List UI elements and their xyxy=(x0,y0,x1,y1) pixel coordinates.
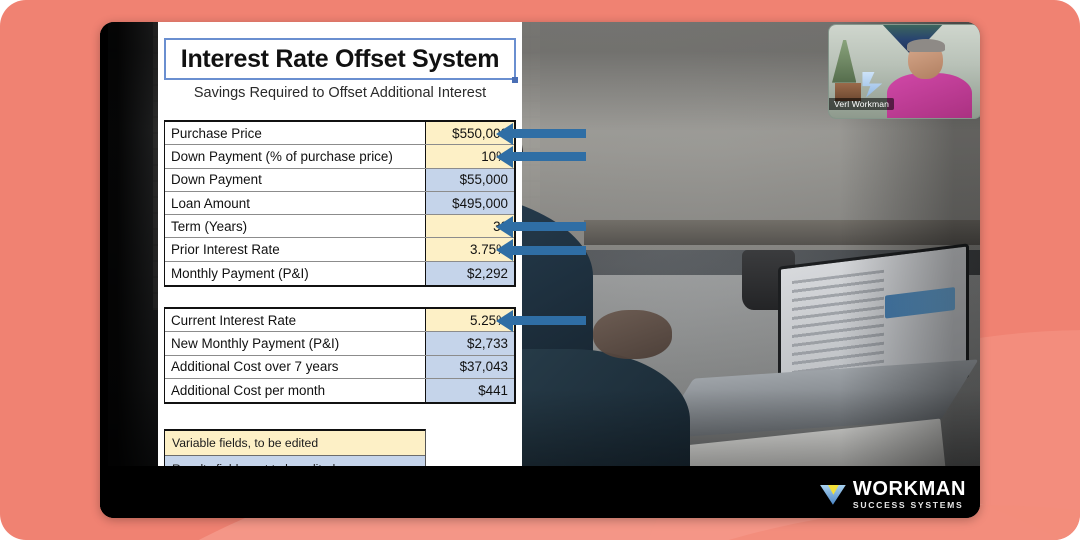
row-label: Additional Cost per month xyxy=(165,378,426,403)
brand-name: WORKMAN xyxy=(852,478,966,501)
arrow-head xyxy=(496,145,513,168)
participant-name-label: Verl Workman xyxy=(829,98,895,110)
table-row[interactable]: Additional Cost per month $441 xyxy=(165,378,514,403)
row-label: Additional Cost over 7 years xyxy=(165,355,426,378)
sheet-title-cell[interactable]: Interest Rate Offset System xyxy=(164,38,516,80)
participant-video-thumbnail[interactable]: Verl Workman xyxy=(828,24,980,119)
row-label: Down Payment xyxy=(165,168,426,191)
table-row[interactable]: Current Interest Rate 5.25% xyxy=(165,309,514,333)
arrow-shaft xyxy=(513,316,586,326)
row-label: Loan Amount xyxy=(165,191,426,215)
annotation-arrow xyxy=(496,215,586,238)
arrow-shaft xyxy=(513,129,586,139)
brand-logo: WORKMAN SUCCESS SYSTEMS xyxy=(819,478,966,511)
annotation-arrow xyxy=(496,145,586,168)
thumbnail-person-body xyxy=(886,73,972,118)
result-value-cell: $37,043 xyxy=(426,355,514,378)
row-label: Monthly Payment (P&I) xyxy=(165,261,426,286)
annotation-arrow xyxy=(496,122,586,145)
annotation-arrow xyxy=(496,309,586,332)
table-row[interactable]: Purchase Price $550,000 xyxy=(165,122,514,146)
table-row[interactable]: Additional Cost over 7 years $37,043 xyxy=(165,355,514,379)
legend-row: Variable fields, to be edited xyxy=(165,431,425,456)
scene-left-bar xyxy=(100,22,108,518)
brand-tagline: SUCCESS SYSTEMS xyxy=(852,500,964,511)
table-row[interactable]: New Monthly Payment (P&I) $2,733 xyxy=(165,332,514,356)
row-label: Prior Interest Rate xyxy=(165,238,426,261)
arrow-head xyxy=(496,122,513,145)
table-row[interactable]: Down Payment (% of purchase price) 10% xyxy=(165,145,514,169)
workman-w-icon xyxy=(819,483,846,507)
table-row[interactable]: Monthly Payment (P&I) $2,292 xyxy=(165,261,514,286)
table-row[interactable]: Term (Years) 30 xyxy=(165,215,514,239)
webinar-video-frame[interactable]: Interest Rate Offset System Savings Requ… xyxy=(100,22,980,518)
arrow-head xyxy=(496,309,513,332)
result-value-cell: $441 xyxy=(426,378,514,403)
table-row[interactable]: Loan Amount $495,000 xyxy=(165,191,514,216)
arrow-shaft xyxy=(513,245,586,255)
results-table: Current Interest Rate 5.25% New Monthly Pa… xyxy=(164,307,516,405)
table-row[interactable]: Prior Interest Rate 3.75% xyxy=(165,238,514,262)
result-value-cell: $495,000 xyxy=(426,191,514,215)
row-label: Down Payment (% of purchase price) xyxy=(165,145,426,168)
row-label: New Monthly Payment (P&I) xyxy=(165,332,426,355)
legend-label: Variable fields, to be edited xyxy=(165,431,425,455)
result-value-cell: $2,292 xyxy=(426,261,514,286)
screenshot-root: Interest Rate Offset System Savings Requ… xyxy=(0,0,1080,540)
annotation-arrow xyxy=(496,239,586,262)
arrow-shaft xyxy=(513,152,586,162)
page-title: Interest Rate Offset System xyxy=(180,44,500,73)
result-value-cell: $2,733 xyxy=(426,332,514,355)
row-label: Purchase Price xyxy=(165,122,426,145)
page-subtitle: Savings Required to Offset Additional In… xyxy=(193,85,487,101)
inputs-table: Purchase Price $550,000 Down Payment (% of… xyxy=(164,120,516,288)
result-value-cell: $55,000 xyxy=(426,168,514,191)
arrow-shaft xyxy=(513,222,586,232)
row-label: Term (Years) xyxy=(165,215,426,238)
table-row[interactable]: Down Payment $55,000 xyxy=(165,168,514,192)
row-label: Current Interest Rate xyxy=(165,309,426,332)
arrow-head xyxy=(496,215,513,238)
arrow-head xyxy=(496,239,513,262)
thumbnail-person-hair xyxy=(906,38,945,52)
shared-spreadsheet-panel[interactable]: Interest Rate Offset System Savings Requ… xyxy=(158,22,522,482)
